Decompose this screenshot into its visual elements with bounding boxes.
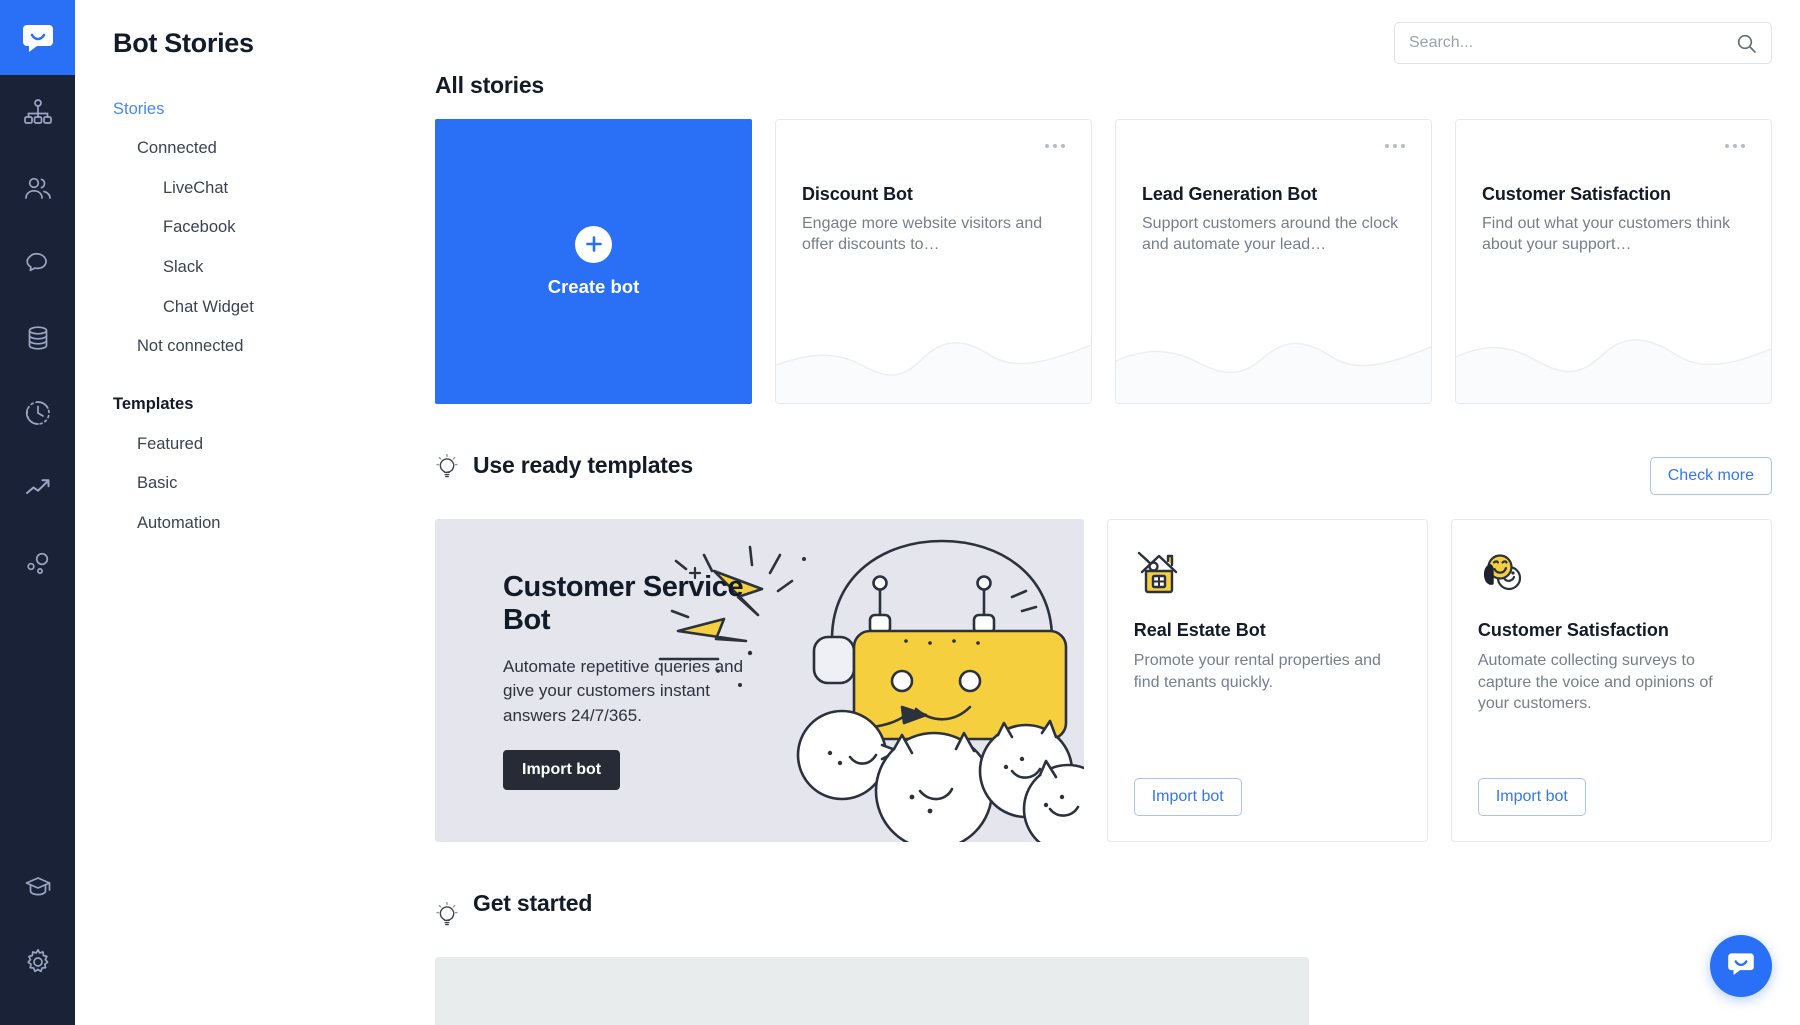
nav-item-not-connected[interactable]: Not connected xyxy=(75,327,400,367)
all-stories-heading: All stories xyxy=(435,72,545,98)
rail-item-history[interactable] xyxy=(0,375,75,450)
check-more-button[interactable]: Check more xyxy=(1649,456,1772,495)
import-bot-button[interactable]: Import bot xyxy=(1477,778,1586,816)
icon-rail xyxy=(0,0,75,1025)
stories-grid: Create bot Discount Bot Engage more webs… xyxy=(435,119,1772,404)
nav-item-stories[interactable]: Stories xyxy=(75,89,400,129)
left-nav: Bot Stories Stories Connected LiveChat F… xyxy=(75,0,400,1025)
template-card-customer-satisfaction[interactable]: Customer Satisfaction Automate collectin… xyxy=(1450,519,1772,842)
story-card-lead-generation-bot[interactable]: Lead Generation Bot Support customers ar… xyxy=(1115,119,1432,404)
rail-item-agents[interactable] xyxy=(0,150,75,225)
search-container xyxy=(1394,22,1772,64)
rail-item-logo[interactable] xyxy=(0,0,75,75)
trend-up-icon xyxy=(23,473,53,503)
story-card-wave-graphic xyxy=(1116,342,1431,403)
content-scroll: All stories Create bot Discount Bot Enga… xyxy=(400,0,1800,1025)
chat-bubble-logo-icon xyxy=(21,21,55,55)
search-box[interactable] xyxy=(1394,22,1772,64)
house-key-icon xyxy=(1134,548,1184,600)
get-started-heading: Get started xyxy=(473,890,593,916)
create-bot-label: Create bot xyxy=(547,275,640,297)
chat-bubble-logo-icon xyxy=(1726,949,1756,984)
featured-template-panel[interactable]: Customer Service Bot Automate repetitive… xyxy=(435,519,1084,842)
template-card-title: Customer Satisfaction xyxy=(1477,620,1669,640)
featured-template-text: Customer Service Bot Automate repetitive… xyxy=(435,571,765,791)
more-options-icon[interactable] xyxy=(1381,140,1409,152)
story-card-description: Find out what your customers think about… xyxy=(1482,215,1731,254)
search-icon[interactable] xyxy=(1736,33,1757,54)
nav-list: Stories Connected LiveChat Facebook Slac… xyxy=(75,89,400,543)
icon-rail-top xyxy=(0,0,75,600)
integrations-icon xyxy=(23,548,53,578)
nav-item-connected[interactable]: Connected xyxy=(75,129,400,169)
story-card-customer-satisfaction[interactable]: Customer Satisfaction Find out what your… xyxy=(1455,119,1772,404)
rail-item-bot-stories[interactable] xyxy=(0,75,75,150)
rail-item-integrations[interactable] xyxy=(0,525,75,600)
import-bot-button[interactable]: Import bot xyxy=(1133,778,1242,816)
nav-item-templates[interactable]: Templates xyxy=(75,384,400,424)
nav-item-chat-widget[interactable]: Chat Widget xyxy=(75,287,400,327)
more-options-icon[interactable] xyxy=(1041,140,1069,152)
templates-header: Use ready templates Check more xyxy=(435,452,1772,499)
templates-heading-row: Use ready templates xyxy=(435,452,693,479)
templates-grid: Customer Service Bot Automate repetitive… xyxy=(435,519,1772,842)
lightbulb-icon xyxy=(435,901,459,927)
get-started-header: Get started xyxy=(435,890,1772,937)
story-card-description: Support customers around the clock and a… xyxy=(1142,215,1399,254)
main-content: All stories Create bot Discount Bot Enga… xyxy=(400,0,1800,1025)
nav-item-basic[interactable]: Basic xyxy=(75,464,400,504)
story-card-title: Discount Bot xyxy=(802,184,913,204)
org-chart-icon xyxy=(23,98,53,128)
nav-item-automation[interactable]: Automation xyxy=(75,503,400,543)
rail-item-reports[interactable] xyxy=(0,450,75,525)
rail-item-chats[interactable] xyxy=(0,225,75,300)
nav-item-facebook[interactable]: Facebook xyxy=(75,208,400,248)
rail-item-settings[interactable] xyxy=(0,924,75,999)
featured-template-title: Customer Service Bot xyxy=(503,570,744,636)
nav-divider-gap xyxy=(75,366,400,384)
page-title: Bot Stories xyxy=(113,28,254,58)
search-input[interactable] xyxy=(1409,34,1736,52)
icon-rail-bottom xyxy=(0,849,75,1025)
gear-icon xyxy=(23,947,53,977)
story-card-wave-graphic xyxy=(776,342,1091,403)
database-icon xyxy=(23,323,53,353)
story-card-discount-bot[interactable]: Discount Bot Engage more website visitor… xyxy=(775,119,1092,404)
rail-item-learn[interactable] xyxy=(0,849,75,924)
story-card-wave-graphic xyxy=(1456,339,1771,403)
import-bot-button[interactable]: Import bot xyxy=(503,750,621,791)
clock-history-icon xyxy=(23,398,53,428)
smiley-faces-icon xyxy=(1478,548,1528,600)
template-card-description: Automate collecting surveys to capture t… xyxy=(1477,652,1713,713)
speech-cloud-icon xyxy=(23,248,53,278)
templates-heading: Use ready templates xyxy=(473,452,693,478)
story-card-description: Engage more website visitors and offer d… xyxy=(802,215,1043,254)
lightbulb-icon xyxy=(435,453,459,479)
chat-widget-button[interactable] xyxy=(1710,935,1772,997)
plus-icon xyxy=(575,225,612,263)
nav-item-slack[interactable]: Slack xyxy=(75,248,400,288)
story-card-title: Customer Satisfaction xyxy=(1482,184,1671,204)
story-card-title: Lead Generation Bot xyxy=(1142,184,1318,204)
graduation-cap-icon xyxy=(23,872,53,902)
more-options-icon[interactable] xyxy=(1721,140,1749,152)
get-started-panel[interactable] xyxy=(435,957,1310,1025)
template-card-real-estate-bot[interactable]: Real Estate Bot Promote your rental prop… xyxy=(1106,519,1428,842)
template-card-description: Promote your rental properties and find … xyxy=(1133,652,1381,691)
rail-item-knowledge[interactable] xyxy=(0,300,75,375)
people-icon xyxy=(23,173,53,203)
featured-template-description: Automate repetitive queries and give you… xyxy=(503,656,744,725)
template-card-title: Real Estate Bot xyxy=(1133,620,1266,640)
nav-item-featured[interactable]: Featured xyxy=(75,424,400,464)
nav-item-livechat[interactable]: LiveChat xyxy=(75,168,400,208)
app-root: Bot Stories Stories Connected LiveChat F… xyxy=(0,0,1800,1025)
create-bot-card[interactable]: Create bot xyxy=(435,119,752,404)
